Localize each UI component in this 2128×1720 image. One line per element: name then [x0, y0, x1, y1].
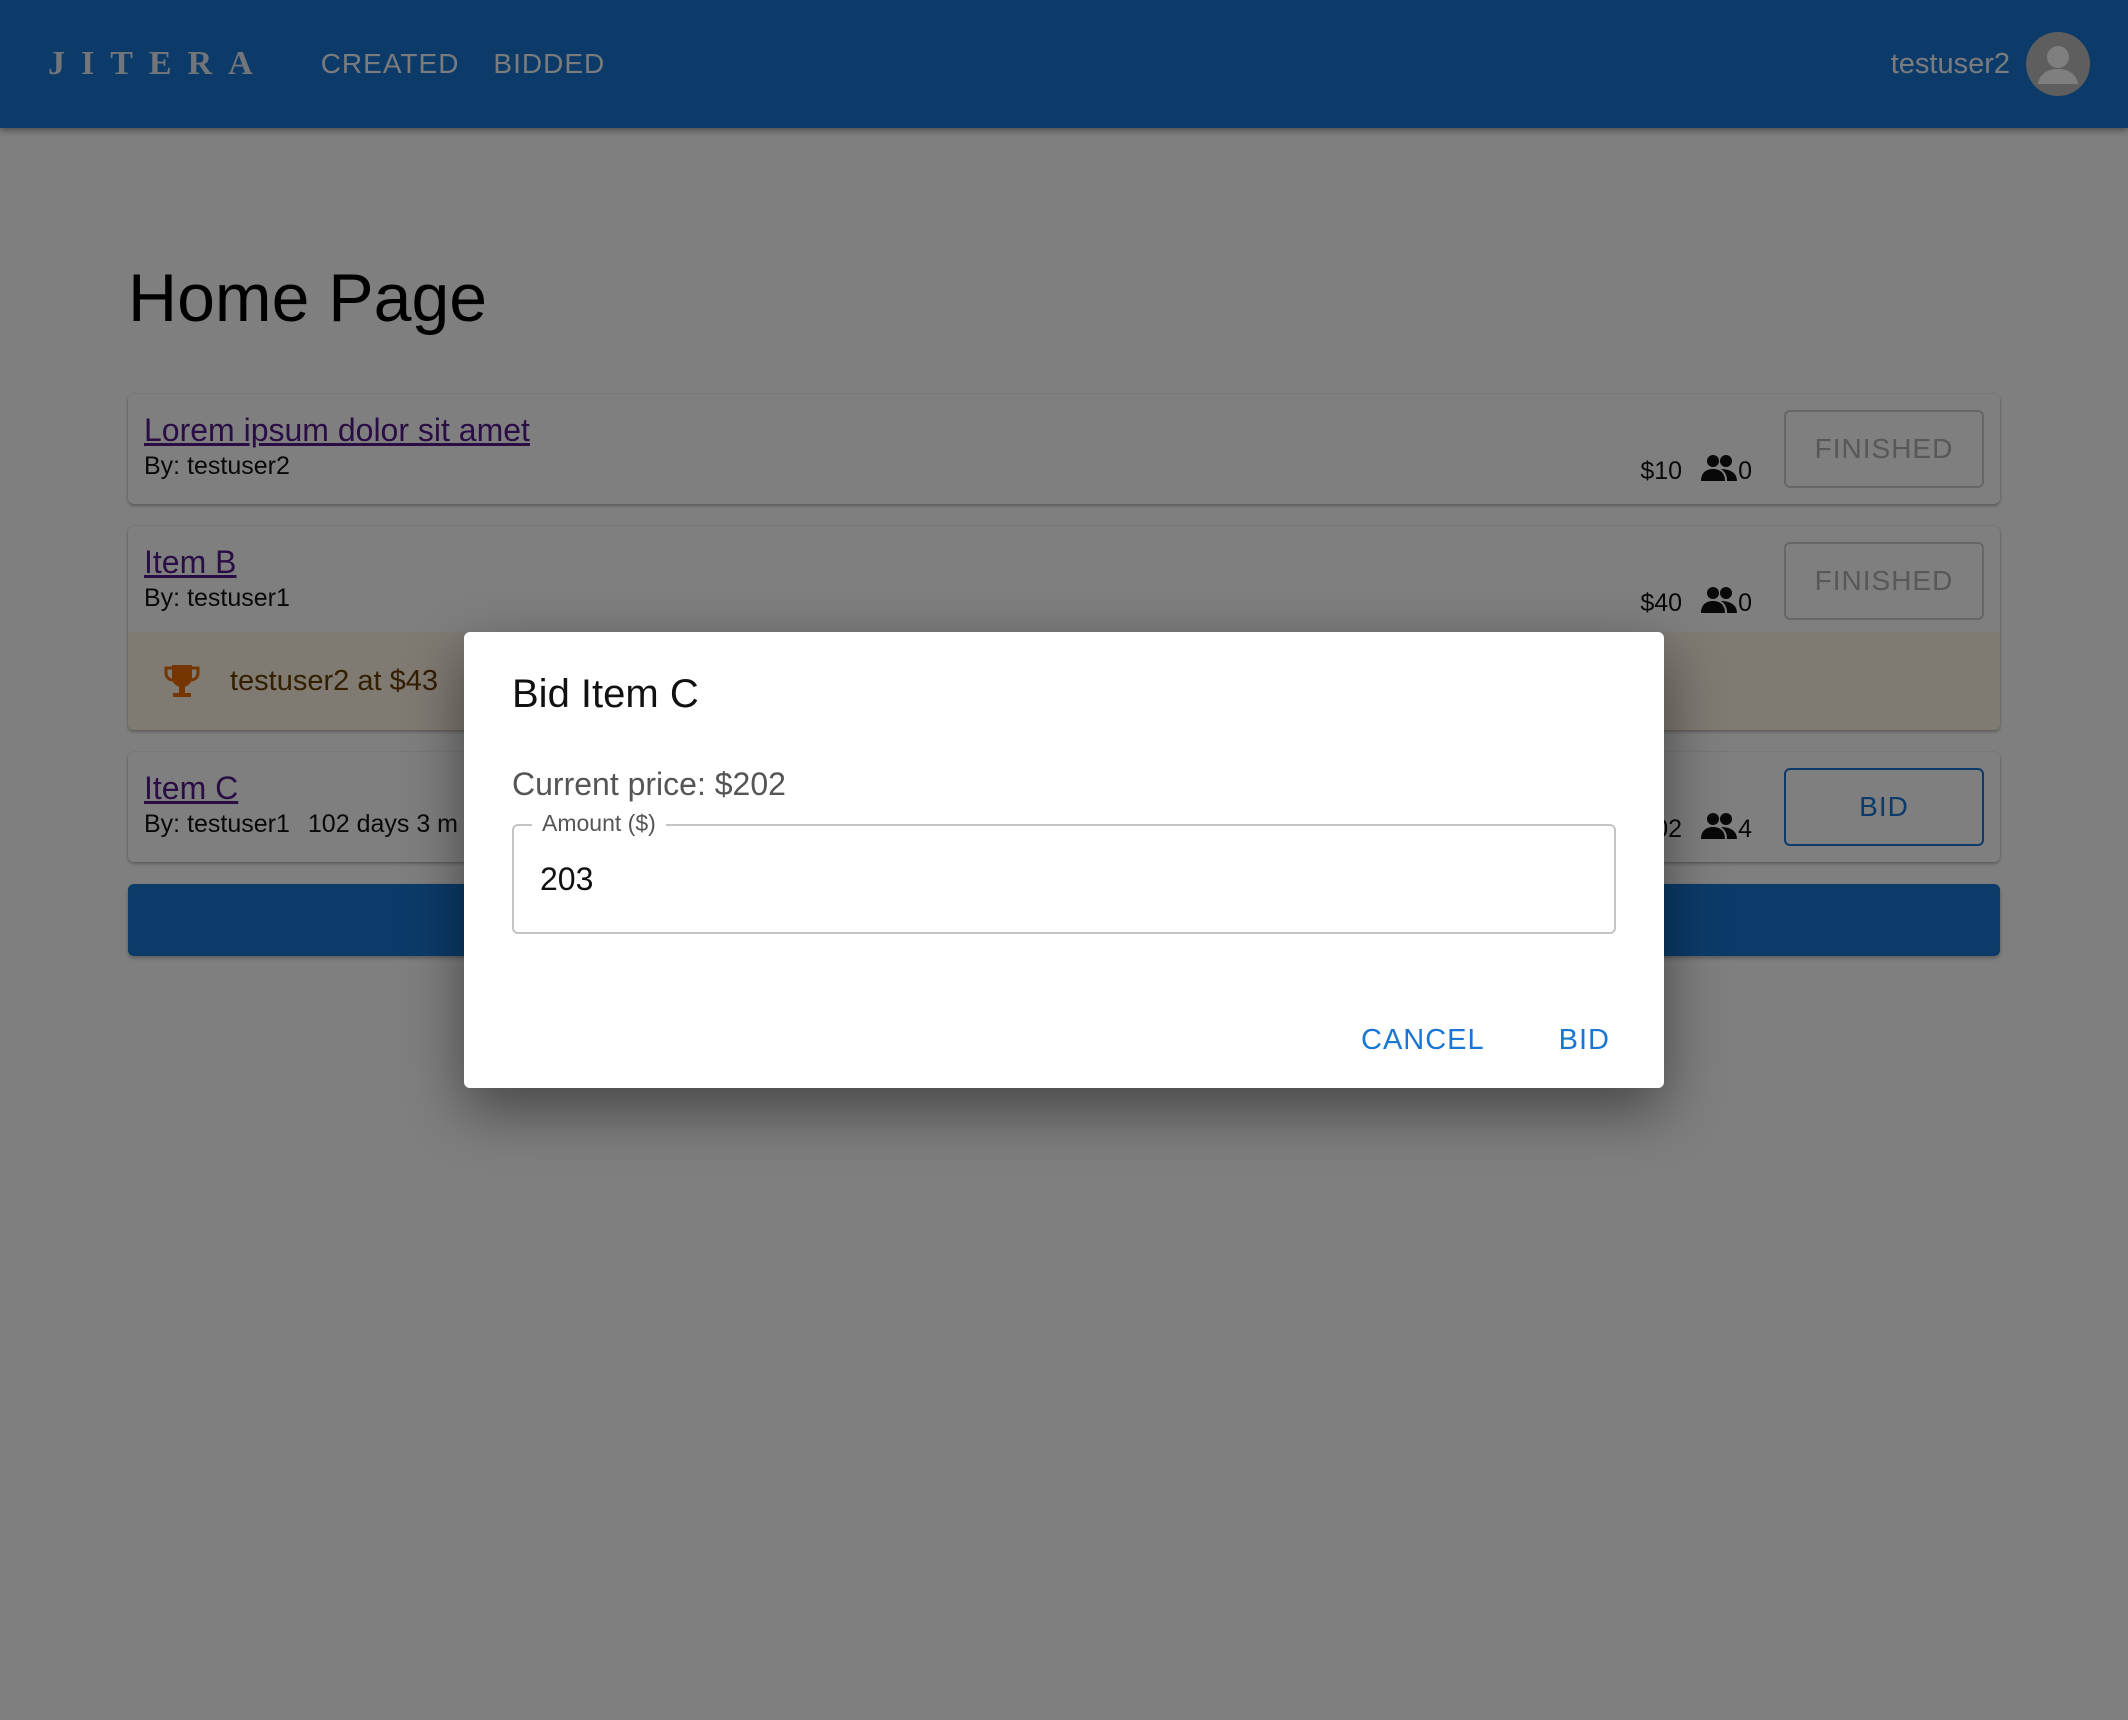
- amount-input[interactable]: [514, 826, 1614, 932]
- current-price: Current price: $202: [512, 766, 786, 802]
- dialog-actions: CANCEL BID: [1301, 1016, 1624, 1065]
- bid-dialog: Bid Item C Current price: $202 Amount ($…: [464, 632, 1664, 1088]
- cancel-button[interactable]: CANCEL: [1347, 1016, 1499, 1065]
- dialog-title: Bid Item C: [512, 672, 699, 716]
- amount-field[interactable]: Amount ($): [512, 810, 1616, 934]
- submit-bid-button[interactable]: BID: [1545, 1016, 1624, 1065]
